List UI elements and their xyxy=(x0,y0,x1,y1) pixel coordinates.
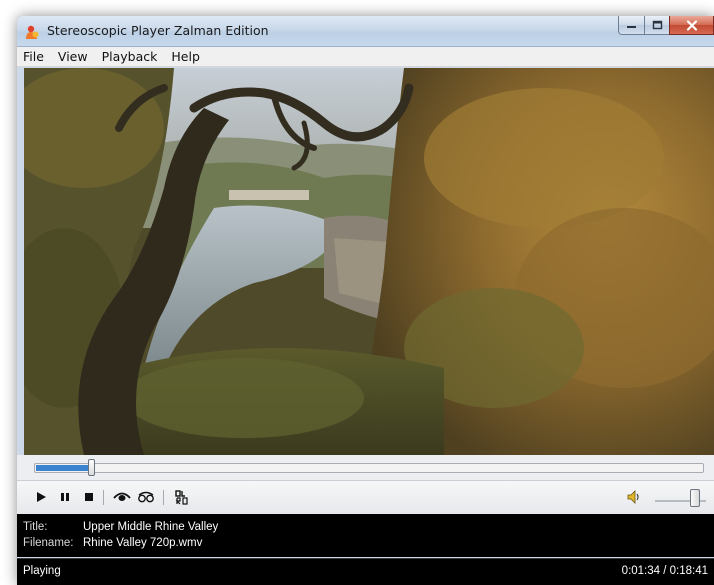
video-image xyxy=(24,68,714,455)
seek-bar[interactable] xyxy=(34,463,704,473)
media-info-panel: Title: Upper Middle Rhine Valley Filenam… xyxy=(17,514,714,557)
maximize-icon xyxy=(652,20,662,30)
window-title: Stereoscopic Player Zalman Edition xyxy=(47,23,269,38)
volume-slider-thumb[interactable] xyxy=(690,489,700,507)
filename-value: Rhine Valley 720p.wmv xyxy=(83,537,203,549)
swap-lr-button[interactable] xyxy=(173,488,191,506)
seek-thumb[interactable] xyxy=(88,459,95,476)
player-window: Stereoscopic Player Zalman Edition File … xyxy=(17,16,714,585)
minimize-button[interactable] xyxy=(618,16,645,35)
volume-button[interactable] xyxy=(625,488,643,506)
swap-lr-icon xyxy=(175,490,188,505)
toolbar-separator xyxy=(103,490,104,505)
stop-button[interactable] xyxy=(80,488,98,506)
seek-area xyxy=(17,455,714,480)
title-bar[interactable]: Stereoscopic Player Zalman Edition xyxy=(17,16,714,47)
close-button[interactable] xyxy=(669,16,714,35)
playback-time: 0:01:34 / 0:18:41 xyxy=(621,565,708,577)
anaglyph-button[interactable] xyxy=(113,488,131,506)
close-icon xyxy=(686,19,697,31)
playback-state: Playing xyxy=(23,565,61,577)
pause-icon xyxy=(61,493,69,501)
menu-view[interactable]: View xyxy=(51,47,95,66)
title-value: Upper Middle Rhine Valley xyxy=(83,521,219,533)
pause-button[interactable] xyxy=(56,488,74,506)
filename-label: Filename: xyxy=(23,537,74,549)
maximize-button[interactable] xyxy=(644,16,670,35)
menu-file[interactable]: File xyxy=(17,47,51,66)
menu-bar: File View Playback Help xyxy=(17,47,714,67)
speaker-icon xyxy=(627,490,639,504)
play-button[interactable] xyxy=(32,488,50,506)
minimize-icon xyxy=(627,26,636,28)
app-icon xyxy=(26,25,39,39)
glasses-icon xyxy=(138,491,154,503)
glasses-button[interactable] xyxy=(137,488,155,506)
play-icon xyxy=(37,492,46,502)
toolbar-separator xyxy=(163,490,164,505)
menu-help[interactable]: Help xyxy=(164,47,207,66)
anaglyph-icon xyxy=(113,492,131,501)
menu-playback[interactable]: Playback xyxy=(95,47,165,66)
video-frame[interactable] xyxy=(24,68,714,455)
title-label: Title: xyxy=(23,521,48,533)
status-bar: Playing 0:01:34 / 0:18:41 xyxy=(17,558,714,585)
control-bar xyxy=(17,480,714,514)
stop-icon xyxy=(85,493,93,501)
seek-progress xyxy=(36,465,93,471)
